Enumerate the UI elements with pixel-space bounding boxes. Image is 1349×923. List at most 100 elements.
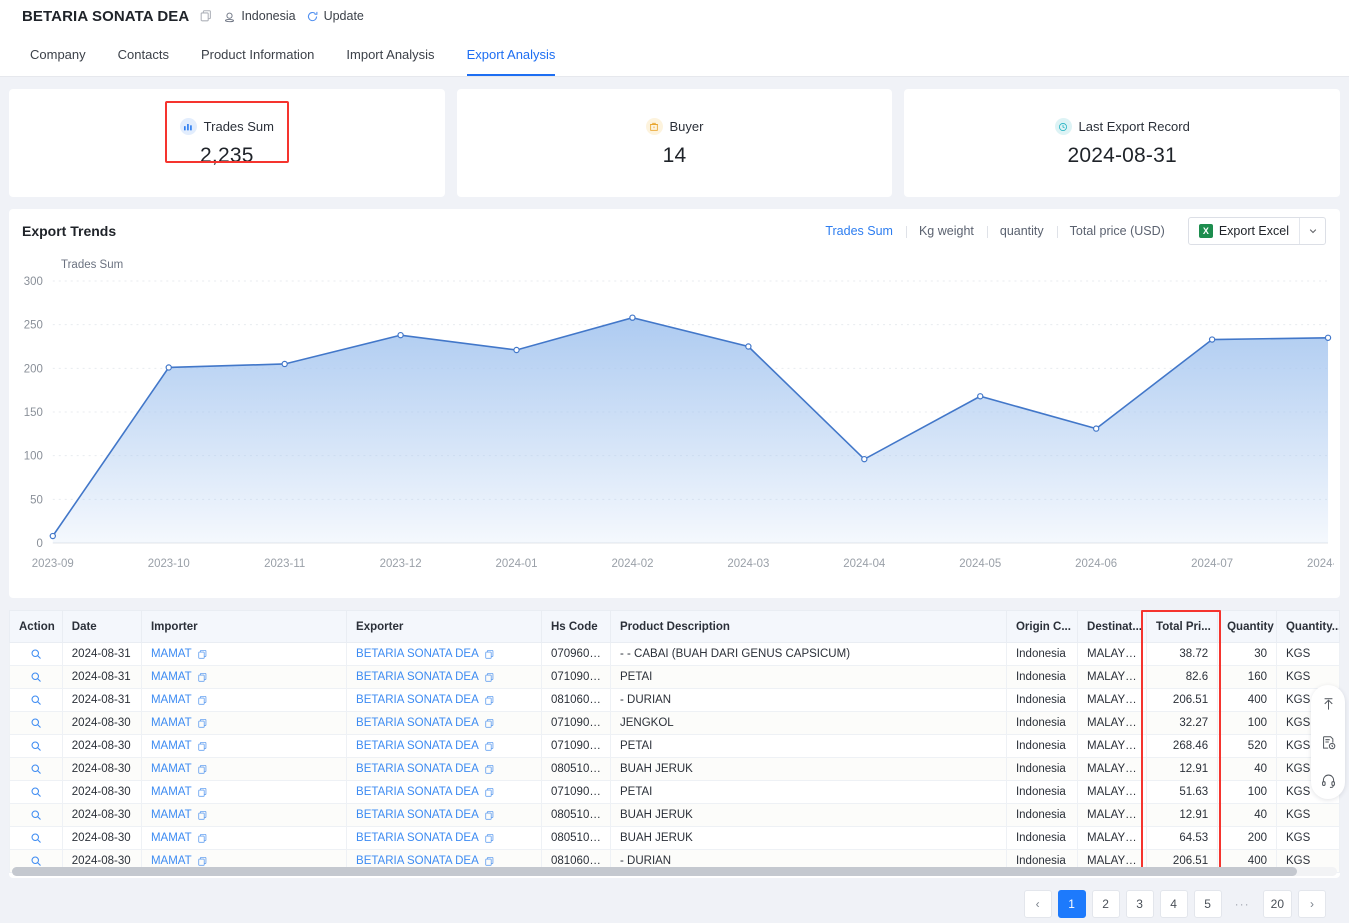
column-header-importer[interactable]: Importer — [141, 611, 346, 643]
column-header-action[interactable]: Action — [10, 611, 63, 643]
metric-quantity[interactable]: quantity — [987, 224, 1057, 238]
row-view-button[interactable] — [10, 804, 63, 827]
pagination-page-2[interactable]: 2 — [1092, 890, 1120, 918]
metric-trades-sum[interactable]: Trades Sum — [812, 224, 906, 238]
update-button[interactable]: Update — [306, 9, 364, 23]
tab-product-information[interactable]: Product Information — [185, 32, 330, 76]
column-header-date[interactable]: Date — [62, 611, 141, 643]
tab-export-analysis[interactable]: Export Analysis — [451, 32, 572, 76]
column-header-origin[interactable]: Origin C... — [1006, 611, 1077, 643]
cell-total_price: 82.6 — [1147, 666, 1218, 689]
cell-importer[interactable]: MAMAT — [141, 827, 346, 850]
cell-exporter[interactable]: BETARIA SONATA DEA — [347, 666, 542, 689]
card-last-export-record[interactable]: Last Export Record 2024-08-31 — [904, 89, 1340, 197]
floating-action-rail — [1311, 685, 1345, 799]
pagination-next[interactable]: › — [1298, 890, 1326, 918]
pagination-page-1[interactable]: 1 — [1058, 890, 1086, 918]
row-view-button[interactable] — [10, 758, 63, 781]
table-row[interactable]: 2024-08-30MAMATBETARIA SONATA DEA0710900… — [10, 781, 1340, 804]
card-last-export-label-row: Last Export Record — [1055, 118, 1190, 135]
column-header-hs_code[interactable]: Hs Code — [541, 611, 610, 643]
scrollbar-thumb[interactable] — [12, 867, 1297, 876]
table-row[interactable]: 2024-08-30MAMATBETARIA SONATA DEA0805101… — [10, 827, 1340, 850]
cell-exporter[interactable]: BETARIA SONATA DEA — [347, 827, 542, 850]
pagination-prev[interactable]: ‹ — [1024, 890, 1052, 918]
tab-contacts[interactable]: Contacts — [102, 32, 185, 76]
cell-origin: Indonesia — [1006, 758, 1077, 781]
cell-product: - - CABAI (BUAH DARI GENUS CAPSICUM) — [611, 643, 1007, 666]
copy-icon[interactable] — [199, 9, 213, 23]
country-indicator[interactable]: Indonesia — [223, 9, 295, 23]
cell-product: JENGKOL — [611, 712, 1007, 735]
export-excel-main[interactable]: X Export Excel — [1189, 218, 1299, 244]
row-view-button[interactable] — [10, 735, 63, 758]
tab-import-analysis[interactable]: Import Analysis — [330, 32, 450, 76]
export-records-table: ActionDateImporterExporterHs CodeProduct… — [9, 610, 1340, 873]
card-trades-sum[interactable]: Trades Sum 2,235 — [9, 89, 445, 197]
row-view-button[interactable] — [10, 643, 63, 666]
cell-exporter[interactable]: BETARIA SONATA DEA — [347, 781, 542, 804]
column-header-quantity_unit[interactable]: Quantity... — [1276, 611, 1339, 643]
cell-origin: Indonesia — [1006, 643, 1077, 666]
cell-product: BUAH JERUK — [611, 804, 1007, 827]
cell-importer[interactable]: MAMAT — [141, 689, 346, 712]
table-body: 2024-08-31MAMATBETARIA SONATA DEA0709601… — [10, 643, 1340, 873]
chevron-down-icon[interactable] — [1299, 218, 1325, 244]
column-header-quantity[interactable]: Quantity — [1218, 611, 1277, 643]
cell-importer[interactable]: MAMAT — [141, 758, 346, 781]
cell-importer[interactable]: MAMAT — [141, 643, 346, 666]
scroll-to-top-icon[interactable] — [1316, 692, 1340, 716]
chart-area[interactable]: Trades Sum 0501001502002503002023-092023… — [9, 253, 1340, 598]
row-view-button[interactable] — [10, 781, 63, 804]
column-header-destination[interactable]: Destinat... — [1078, 611, 1147, 643]
tab-company[interactable]: Company — [14, 32, 102, 76]
row-view-button[interactable] — [10, 712, 63, 735]
history-record-icon[interactable] — [1316, 730, 1340, 754]
cell-exporter[interactable]: BETARIA SONATA DEA — [347, 643, 542, 666]
cell-origin: Indonesia — [1006, 712, 1077, 735]
column-header-total_price[interactable]: Total Pri... — [1147, 611, 1218, 643]
row-view-button[interactable] — [10, 827, 63, 850]
cell-exporter[interactable]: BETARIA SONATA DEA — [347, 758, 542, 781]
table-row[interactable]: 2024-08-30MAMATBETARIA SONATA DEA0710900… — [10, 712, 1340, 735]
table-row[interactable]: 2024-08-31MAMATBETARIA SONATA DEA0810600… — [10, 689, 1340, 712]
metric-kg-weight[interactable]: Kg weight — [906, 224, 987, 238]
export-excel-button[interactable]: X Export Excel — [1188, 217, 1326, 245]
cell-importer[interactable]: MAMAT — [141, 735, 346, 758]
card-buyer-label-row: Buyer — [646, 118, 704, 135]
cell-date: 2024-08-31 — [62, 689, 141, 712]
cell-destination: MALAYSIA — [1078, 712, 1147, 735]
cell-product: PETAI — [611, 781, 1007, 804]
cell-quantity: 40 — [1218, 758, 1277, 781]
headset-support-icon[interactable] — [1316, 768, 1340, 792]
building-icon — [646, 118, 663, 135]
column-header-exporter[interactable]: Exporter — [347, 611, 542, 643]
cell-importer[interactable]: MAMAT — [141, 712, 346, 735]
cell-importer[interactable]: MAMAT — [141, 781, 346, 804]
table-row[interactable]: 2024-08-31MAMATBETARIA SONATA DEA0710900… — [10, 666, 1340, 689]
tab-bar: Company Contacts Product Information Imp… — [0, 32, 1349, 77]
metric-total-price[interactable]: Total price (USD) — [1057, 224, 1178, 238]
pagination-ellipsis: ··· — [1228, 890, 1257, 918]
pagination-page-3[interactable]: 3 — [1126, 890, 1154, 918]
export-trends-chart[interactable]: 0501001502002503002023-092023-102023-112… — [9, 253, 1334, 598]
card-buyer[interactable]: Buyer 14 — [457, 89, 893, 197]
svg-text:200: 200 — [24, 363, 43, 375]
pagination-page-last[interactable]: 20 — [1263, 890, 1292, 918]
cell-exporter[interactable]: BETARIA SONATA DEA — [347, 804, 542, 827]
column-header-product[interactable]: Product Description — [611, 611, 1007, 643]
cell-exporter[interactable]: BETARIA SONATA DEA — [347, 689, 542, 712]
table-horizontal-scrollbar[interactable] — [12, 867, 1337, 876]
table-row[interactable]: 2024-08-31MAMATBETARIA SONATA DEA0709601… — [10, 643, 1340, 666]
table-row[interactable]: 2024-08-30MAMATBETARIA SONATA DEA0710900… — [10, 735, 1340, 758]
table-row[interactable]: 2024-08-30MAMATBETARIA SONATA DEA0805101… — [10, 758, 1340, 781]
cell-exporter[interactable]: BETARIA SONATA DEA — [347, 712, 542, 735]
pagination-page-5[interactable]: 5 — [1194, 890, 1222, 918]
cell-importer[interactable]: MAMAT — [141, 804, 346, 827]
cell-exporter[interactable]: BETARIA SONATA DEA — [347, 735, 542, 758]
pagination-page-4[interactable]: 4 — [1160, 890, 1188, 918]
cell-importer[interactable]: MAMAT — [141, 666, 346, 689]
row-view-button[interactable] — [10, 689, 63, 712]
row-view-button[interactable] — [10, 666, 63, 689]
table-row[interactable]: 2024-08-30MAMATBETARIA SONATA DEA0805101… — [10, 804, 1340, 827]
